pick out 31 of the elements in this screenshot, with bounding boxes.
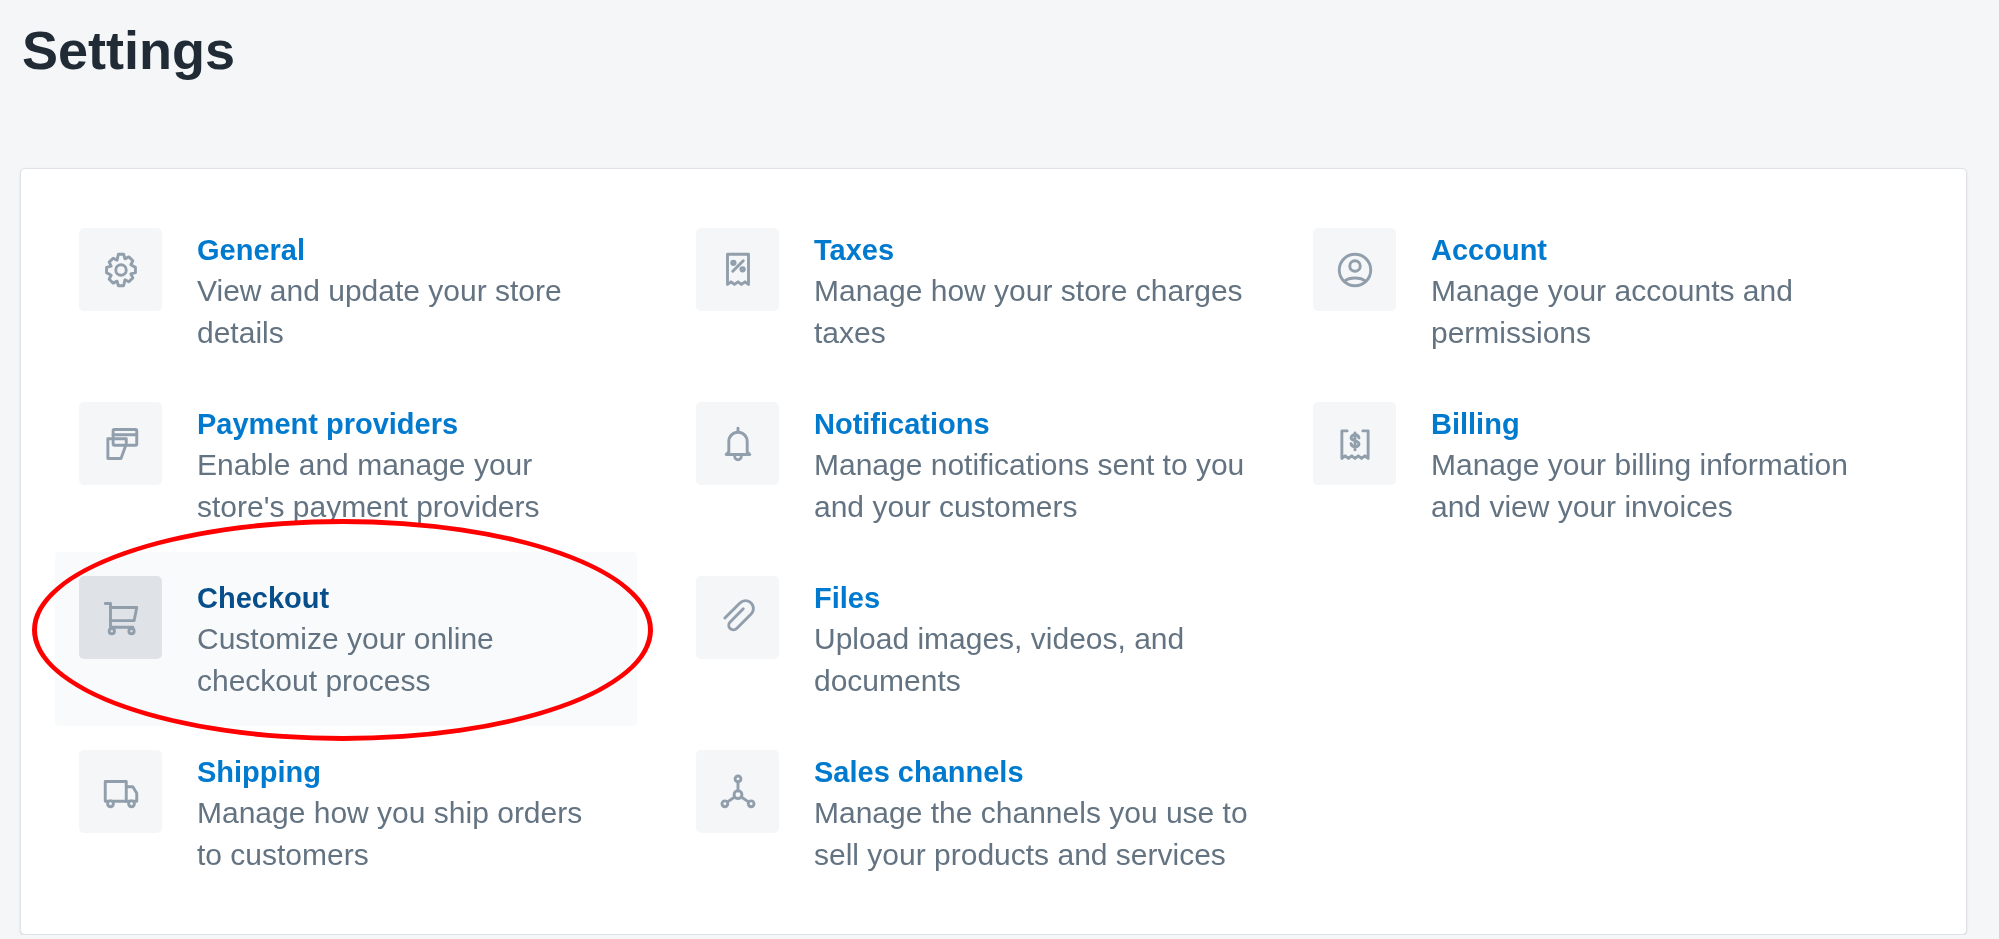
settings-item[interactable]: General View and update your store details	[55, 204, 637, 378]
item-description: Manage your accounts and permissions	[1431, 273, 1794, 351]
item-title: Checkout	[197, 581, 331, 616]
item-title: Billing	[1431, 407, 1521, 442]
item-description: Manage how you ship orders to customers	[197, 795, 584, 873]
settings-item[interactable]: Files Upload images, videos, and documents	[672, 552, 1289, 726]
page-title: Settings	[21, 19, 237, 82]
item-title: Taxes	[814, 233, 896, 268]
settings-item[interactable]: Checkout Customize your online checkout process	[55, 552, 637, 726]
settings-item[interactable]: Billing Manage your billing information and view your invoices	[1289, 378, 1906, 552]
item-title: Files	[814, 581, 882, 616]
item-title: General	[197, 233, 306, 268]
item-title: Notifications	[814, 407, 991, 442]
item-description: Manage notifications sent to you and your customers	[814, 447, 1246, 525]
item-description: Manage how your store charges taxes	[814, 273, 1244, 351]
item-description: View and update your store details	[197, 273, 563, 351]
settings-item[interactable]: Sales channels Manage the channels you use to sell your products and services	[672, 726, 1289, 900]
item-title: Sales channels	[814, 755, 1025, 790]
settings-item[interactable]: Notifications Manage notifications sent to you and your customers	[672, 378, 1289, 552]
item-description: Upload images, videos, and documents	[814, 621, 1186, 699]
item-description: Enable and manage your store's payment providers	[197, 447, 541, 525]
item-description: Manage the channels you use to sell your products and services	[814, 795, 1249, 873]
settings-item[interactable]: Account Manage your accounts and permissions	[1289, 204, 1906, 378]
settings-item[interactable]: Taxes Manage how your store charges taxes	[672, 204, 1289, 378]
settings-item[interactable]: Shipping Manage how you ship orders to customers	[55, 726, 637, 900]
item-title: Payment providers	[197, 407, 460, 442]
item-description: Manage your billing information and view your invoices	[1431, 447, 1849, 525]
item-description: Customize your online checkout process	[197, 621, 495, 699]
item-title: Account	[1431, 233, 1548, 268]
item-title: Shipping	[197, 755, 323, 790]
settings-item[interactable]: Payment providers Enable and manage your store's payment providers	[55, 378, 637, 552]
